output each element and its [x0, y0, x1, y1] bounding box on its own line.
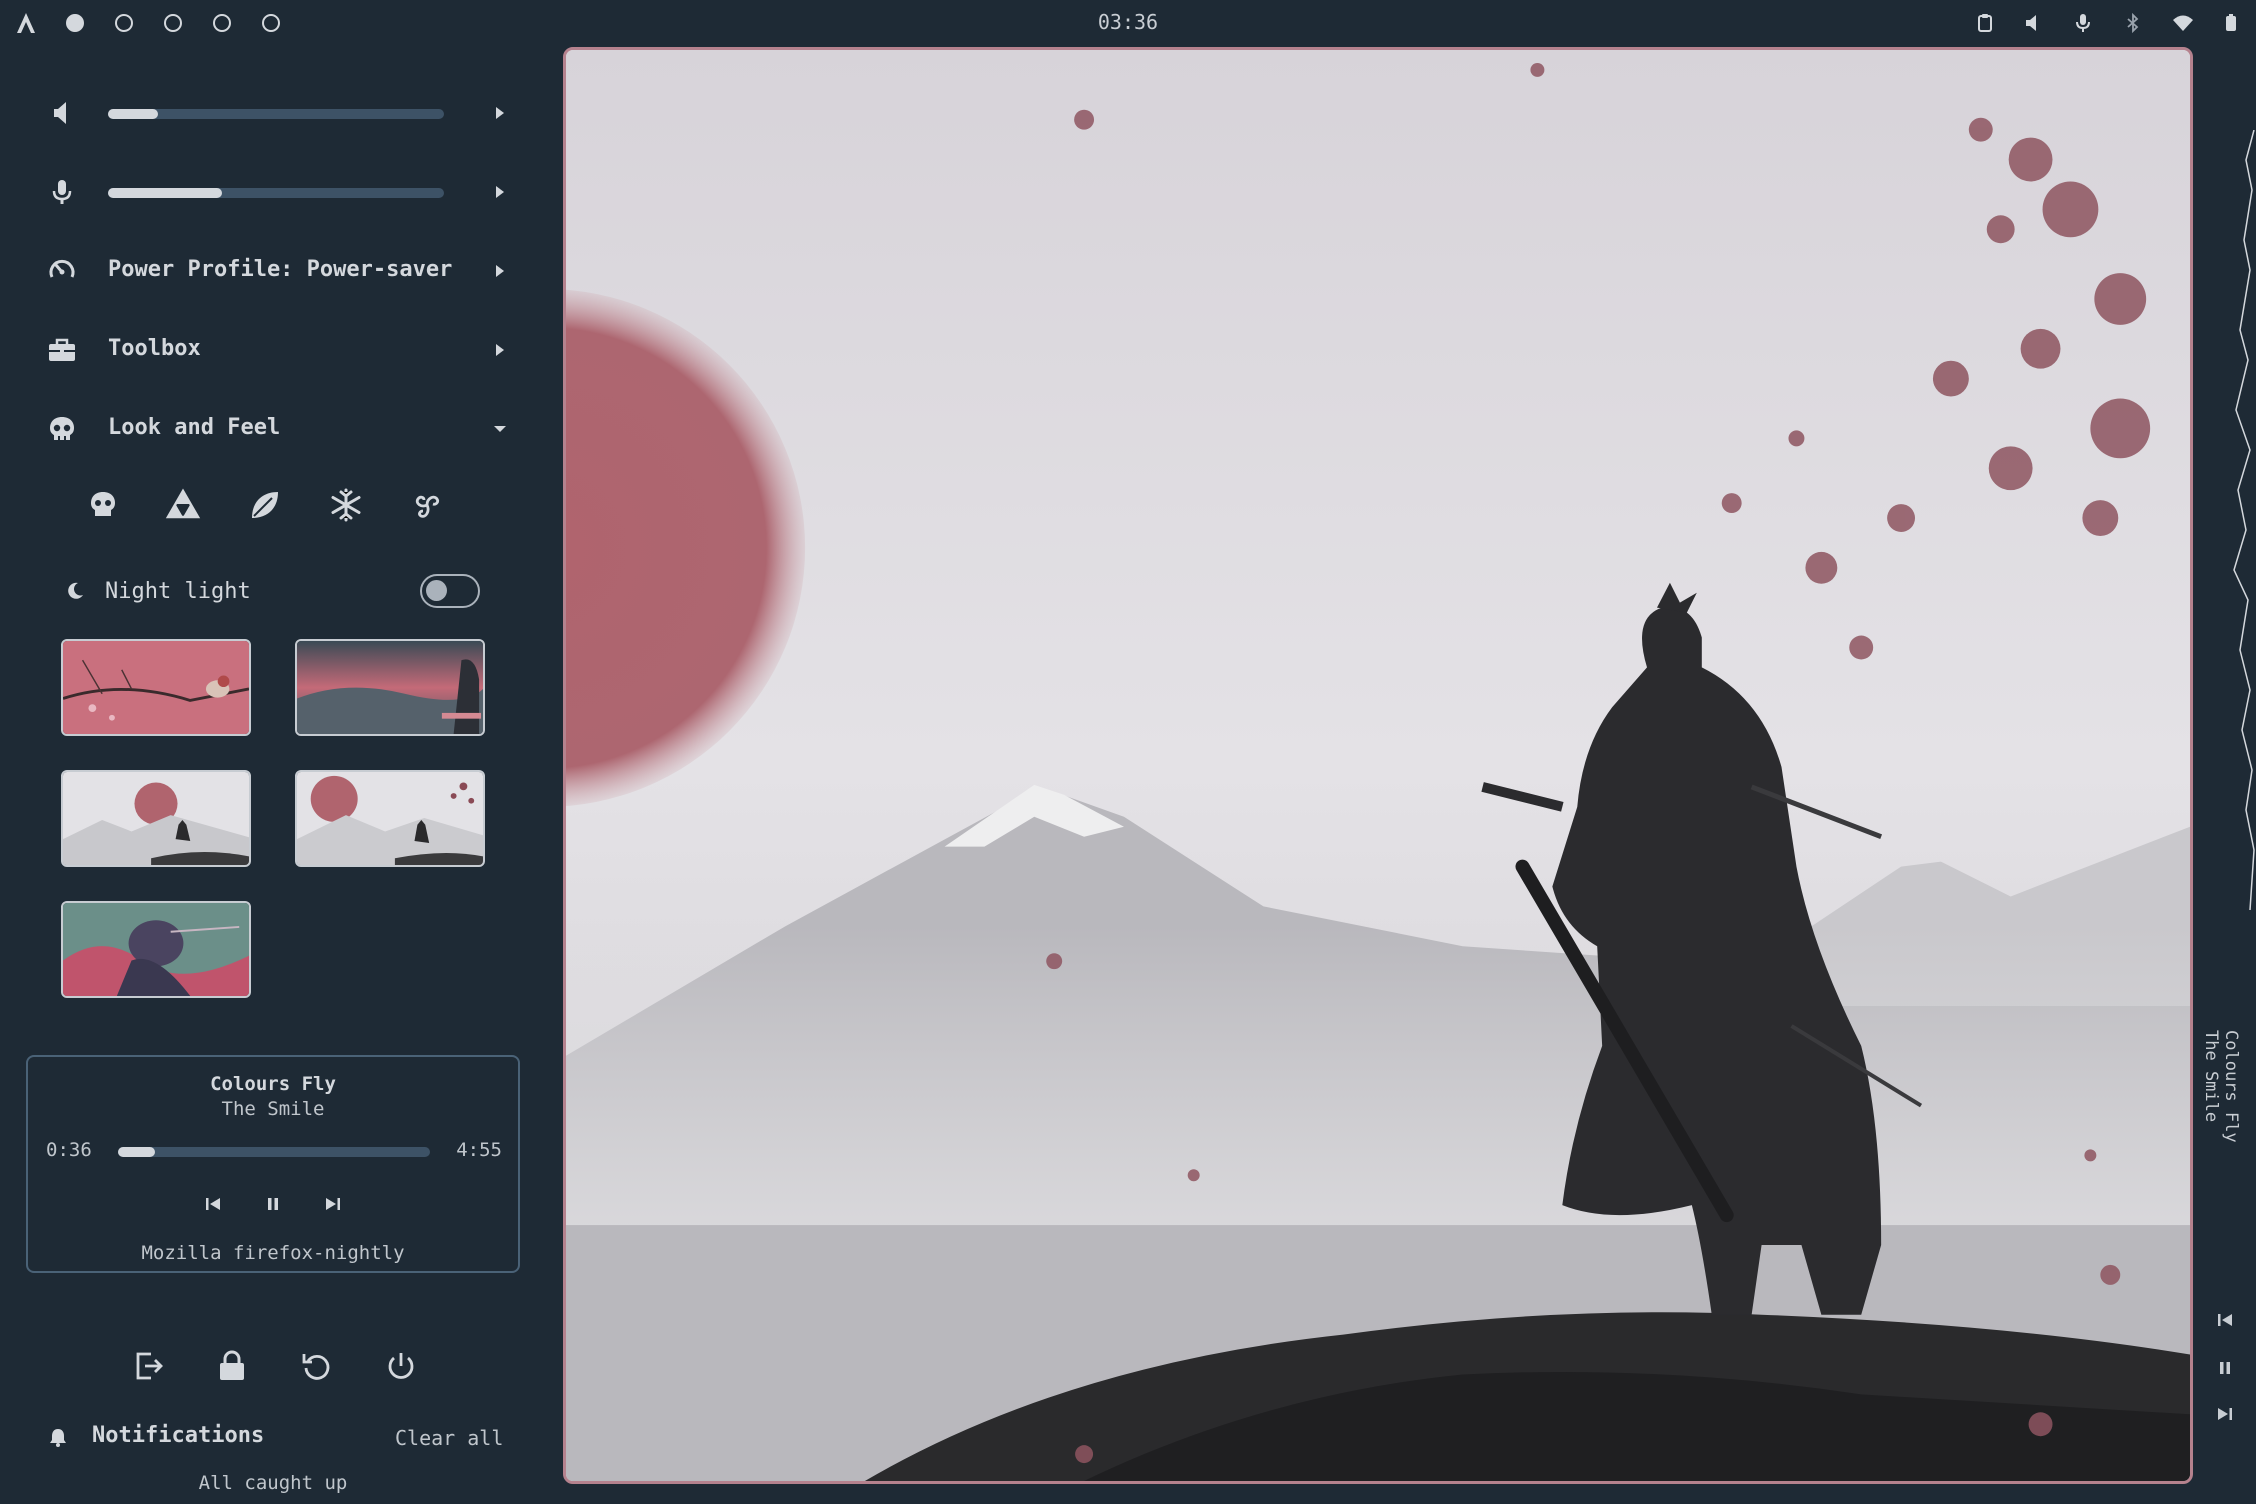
- skull-icon[interactable]: [84, 486, 122, 524]
- chevron-right-icon[interactable]: [490, 340, 510, 360]
- side-track-title: Colours Fly: [2221, 1030, 2241, 1143]
- media-player: Colours Fly The Smile 0:36 4:55 Mozilla …: [26, 1055, 520, 1273]
- wallpaper-thumb-samurai-sun[interactable]: [61, 770, 251, 867]
- chevron-right-icon[interactable]: [490, 182, 510, 202]
- volume-slider[interactable]: [108, 109, 444, 119]
- power-profile-label: Power Profile: Power-saver: [108, 257, 453, 282]
- side-next-track-icon[interactable]: [2215, 1404, 2235, 1424]
- workspace-4[interactable]: [213, 14, 231, 32]
- chevron-right-icon[interactable]: [490, 103, 510, 123]
- notifications-title: Notifications: [92, 1423, 265, 1448]
- toggle-knob: [426, 580, 447, 601]
- microphone-icon[interactable]: [46, 176, 78, 208]
- track-title: Colours Fly: [210, 1073, 336, 1095]
- night-light-label: Night light: [105, 579, 251, 604]
- side-track-info: Colours Fly The Smile: [2201, 1030, 2241, 1143]
- restart-icon[interactable]: [300, 1349, 334, 1383]
- gauge-icon: [46, 255, 78, 287]
- lock-icon[interactable]: [215, 1349, 249, 1383]
- wallpaper-thumb-pink-clouds[interactable]: [295, 639, 485, 736]
- clock[interactable]: 03:36: [1000, 10, 1256, 34]
- volume-slider-fill: [108, 109, 159, 119]
- triskelion-icon[interactable]: [408, 486, 446, 524]
- track-progress-fill: [118, 1147, 156, 1157]
- previous-track-icon[interactable]: [202, 1193, 224, 1215]
- track-position: 0:36: [46, 1139, 92, 1161]
- triforce-icon[interactable]: [164, 486, 202, 524]
- microphone-slider-fill: [108, 188, 223, 198]
- bell-icon: [48, 1426, 68, 1448]
- night-light-row: Night light: [60, 570, 480, 614]
- volume-icon[interactable]: [2022, 12, 2044, 34]
- toolbox-icon: [46, 334, 78, 366]
- side-track-artist: The Smile: [2201, 1030, 2221, 1123]
- wifi-icon[interactable]: [2172, 12, 2194, 34]
- track-progress-bar[interactable]: [118, 1147, 430, 1157]
- launcher-icon[interactable]: [14, 10, 38, 36]
- wallpaper-thumb-skull-warrior[interactable]: [61, 901, 251, 998]
- bluetooth-icon[interactable]: [2122, 12, 2144, 34]
- workspace-5[interactable]: [262, 14, 280, 32]
- look-and-feel-label: Look and Feel: [108, 415, 281, 440]
- snowflake-icon[interactable]: [327, 486, 365, 524]
- theme-selector: [84, 486, 484, 536]
- toolbox-row[interactable]: Toolbox: [40, 320, 510, 380]
- night-light-toggle[interactable]: [420, 574, 480, 608]
- microphone-row: [40, 162, 510, 222]
- power-icon[interactable]: [384, 1349, 418, 1383]
- audio-visualizer: [2233, 130, 2255, 910]
- look-and-feel-row[interactable]: Look and Feel: [40, 399, 510, 459]
- workspace-3[interactable]: [164, 14, 182, 32]
- wallpaper-preview: [563, 47, 2193, 1484]
- leaf-icon[interactable]: [246, 486, 284, 524]
- toolbox-label: Toolbox: [108, 336, 201, 361]
- microphone-icon[interactable]: [2072, 12, 2094, 34]
- side-pause-icon[interactable]: [2215, 1358, 2235, 1378]
- logout-icon[interactable]: [131, 1349, 165, 1383]
- pause-icon[interactable]: [262, 1193, 284, 1215]
- clear-all-button[interactable]: Clear all: [395, 1426, 503, 1450]
- microphone-slider[interactable]: [108, 188, 444, 198]
- side-previous-track-icon[interactable]: [2215, 1310, 2235, 1330]
- clipboard-icon[interactable]: [1974, 12, 1996, 34]
- wallpaper-thumb-samurai-sun-alt[interactable]: [295, 770, 485, 867]
- chevron-down-icon[interactable]: [490, 419, 510, 439]
- wallpaper-thumb-bird[interactable]: [61, 639, 251, 736]
- notifications-empty-text: All caught up: [198, 1472, 348, 1494]
- media-source: Mozilla firefox-nightly: [141, 1242, 405, 1264]
- top-bar: 03:36: [0, 0, 2256, 46]
- quick-settings-panel: Power Profile: Power-saver Toolbox Look …: [0, 46, 540, 1504]
- next-track-icon[interactable]: [322, 1193, 344, 1215]
- battery-icon[interactable]: [2220, 12, 2242, 34]
- skull-icon: [46, 413, 78, 445]
- track-artist: The Smile: [221, 1098, 325, 1120]
- volume-row: [40, 83, 510, 143]
- speaker-icon[interactable]: [46, 97, 78, 129]
- track-duration: 4:55: [456, 1139, 502, 1161]
- chevron-right-icon[interactable]: [490, 261, 510, 281]
- workspace-1[interactable]: [66, 14, 84, 32]
- power-profile-row[interactable]: Power Profile: Power-saver: [40, 241, 510, 301]
- moon-icon: [64, 580, 86, 602]
- workspace-2[interactable]: [115, 14, 133, 32]
- side-now-playing: Colours Fly The Smile: [2201, 1030, 2251, 1150]
